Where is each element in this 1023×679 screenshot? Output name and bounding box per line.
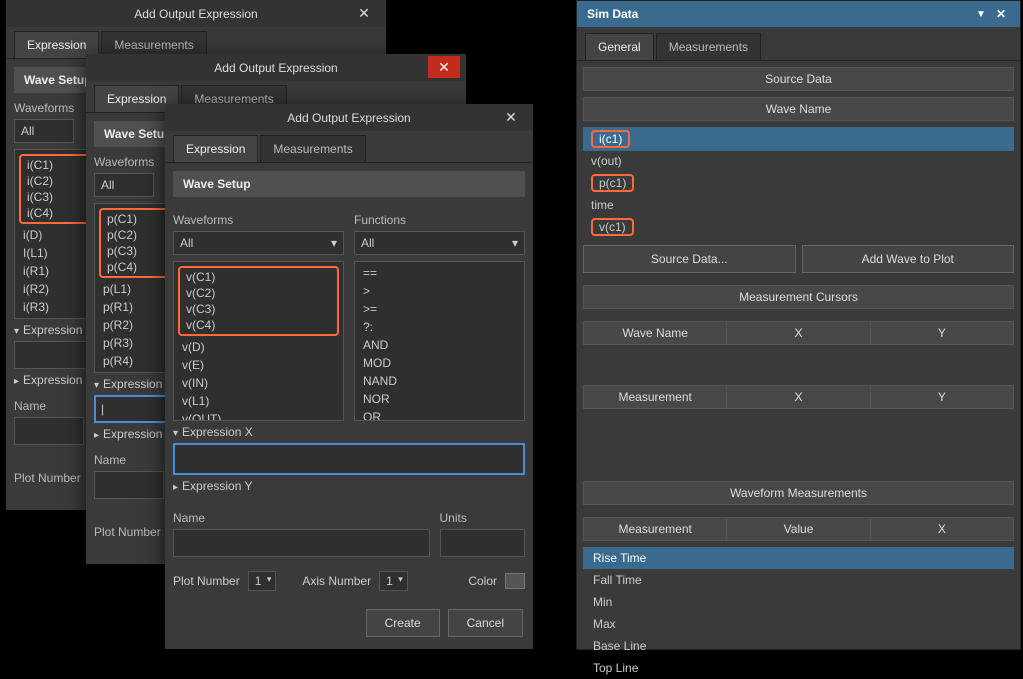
plot-number-select[interactable]: 1 (248, 571, 277, 591)
tabs: Expression Measurements (165, 135, 533, 163)
expression-x-toggle[interactable]: Expression X (173, 421, 525, 443)
titlebar[interactable]: Add Output Expression ✕ (86, 54, 466, 81)
titlebar[interactable]: Add Output Expression ✕ (165, 104, 533, 131)
dialog-title: Add Output Expression (134, 7, 257, 21)
wave-row[interactable]: p(c1) (583, 171, 1014, 195)
list-item[interactable]: v(E) (174, 356, 343, 374)
col-measurement: Measurement (584, 518, 727, 540)
close-icon[interactable]: ✕ (348, 2, 380, 24)
col-x: X (727, 322, 870, 344)
list-item[interactable]: v(L1) (174, 392, 343, 410)
name-input[interactable] (14, 417, 84, 445)
measurement-row[interactable]: Min (583, 591, 1014, 613)
measurement-cursors-header: Measurement Cursors (583, 285, 1014, 309)
tab-general[interactable]: General (585, 33, 654, 60)
list-item[interactable]: v(OUT) (174, 410, 343, 421)
dialog-title: Add Output Expression (287, 111, 410, 125)
list-item[interactable]: v(D) (174, 338, 343, 356)
functions-filter-select[interactable]: All▾ (354, 231, 525, 255)
list-item[interactable]: ?: (355, 318, 524, 336)
functions-label: Functions (354, 213, 525, 227)
name-label: Name (173, 511, 430, 525)
expression-y-toggle[interactable]: Expression Y (173, 475, 525, 497)
waveforms-filter-select[interactable]: All▾ (173, 231, 344, 255)
wave-name-list[interactable]: i(c1) v(out) p(c1) time v(c1) (583, 127, 1014, 239)
list-item[interactable]: NAND (355, 372, 524, 390)
add-output-expression-dialog-3: Add Output Expression ✕ Expression Measu… (165, 104, 533, 649)
list-item[interactable]: AND (355, 336, 524, 354)
col-y: Y (871, 322, 1013, 344)
units-label: Units (440, 511, 526, 525)
name-input[interactable] (173, 529, 430, 557)
wave-row[interactable]: time (583, 195, 1014, 215)
cancel-button[interactable]: Cancel (448, 609, 523, 637)
wave-row[interactable]: v(out) (583, 151, 1014, 171)
highlighted-group: v(C1) v(C2) v(C3) v(C4) (178, 266, 339, 336)
panel-title-label: Sim Data (587, 7, 638, 21)
measurement-row[interactable]: Max (583, 613, 1014, 635)
sim-data-panel: Sim Data ▼ ✕ General Measurements Source… (576, 0, 1021, 650)
dialog-title: Add Output Expression (214, 61, 337, 75)
waveforms-listbox[interactable]: v(C1) v(C2) v(C3) v(C4) v(D) v(E) v(IN) … (173, 261, 344, 421)
waveforms-label: Waveforms (173, 213, 344, 227)
list-item[interactable]: OR (355, 408, 524, 421)
units-input[interactable] (440, 529, 526, 557)
panel-tabs: General Measurements (577, 33, 1020, 61)
wave-setup-header: Wave Setup (173, 171, 525, 197)
tab-measurements[interactable]: Measurements (260, 135, 365, 162)
col-measurement: Measurement (584, 386, 727, 408)
source-data-button[interactable]: Source Data... (583, 245, 796, 273)
panel-title[interactable]: Sim Data ▼ ✕ (577, 1, 1020, 27)
titlebar[interactable]: Add Output Expression ✕ (6, 0, 386, 27)
measurement-row[interactable]: Rise Time (583, 547, 1014, 569)
list-item[interactable]: NOR (355, 390, 524, 408)
col-y: Y (871, 386, 1013, 408)
expression-x-input[interactable] (173, 443, 525, 475)
list-item[interactable]: v(C1) (182, 269, 335, 285)
close-icon[interactable]: ✕ (992, 7, 1010, 21)
pin-icon[interactable]: ▼ (970, 9, 992, 20)
tab-expression[interactable]: Expression (173, 135, 258, 162)
color-swatch[interactable] (505, 573, 525, 589)
list-item[interactable]: v(IN) (174, 374, 343, 392)
wave-row[interactable]: i(c1) (583, 127, 1014, 151)
measurement-row[interactable]: Base Line (583, 635, 1014, 657)
list-item[interactable]: v(C4) (182, 317, 335, 333)
create-button[interactable]: Create (366, 609, 440, 637)
col-value: Value (727, 518, 870, 540)
axis-number-label: Axis Number (302, 574, 371, 588)
list-item[interactable]: >= (355, 300, 524, 318)
list-item[interactable]: MOD (355, 354, 524, 372)
col-x: X (727, 386, 870, 408)
close-icon[interactable]: ✕ (428, 56, 460, 78)
functions-listbox[interactable]: == > >= ?: AND MOD NAND NOR OR XOR ^ (354, 261, 525, 421)
waveform-measurements-header: Waveform Measurements (583, 481, 1014, 505)
waveform-measurement-list[interactable]: Rise Time Fall Time Min Max Base Line To… (583, 547, 1014, 679)
tab-measurements[interactable]: Measurements (656, 33, 761, 60)
waveforms-filter-select[interactable]: All (94, 173, 154, 197)
col-wave-name: Wave Name (584, 322, 727, 344)
measurement-row[interactable]: Fall Time (583, 569, 1014, 591)
add-wave-button[interactable]: Add Wave to Plot (802, 245, 1015, 273)
list-item[interactable]: v(C2) (182, 285, 335, 301)
wave-row[interactable]: v(c1) (583, 215, 1014, 239)
col-wave-name: Wave Name (584, 98, 1013, 120)
measurement-row[interactable]: Top Line (583, 657, 1014, 679)
axis-number-select[interactable]: 1 (379, 571, 408, 591)
close-icon[interactable]: ✕ (495, 106, 527, 128)
source-data-header: Source Data (583, 67, 1014, 91)
waveforms-filter-select[interactable]: All (14, 119, 74, 143)
list-item[interactable]: == (355, 264, 524, 282)
list-item[interactable]: > (355, 282, 524, 300)
name-input[interactable] (94, 471, 164, 499)
list-item[interactable]: v(C3) (182, 301, 335, 317)
plot-number-label: Plot Number (173, 574, 240, 588)
color-label: Color (468, 574, 497, 588)
col-x: X (871, 518, 1013, 540)
